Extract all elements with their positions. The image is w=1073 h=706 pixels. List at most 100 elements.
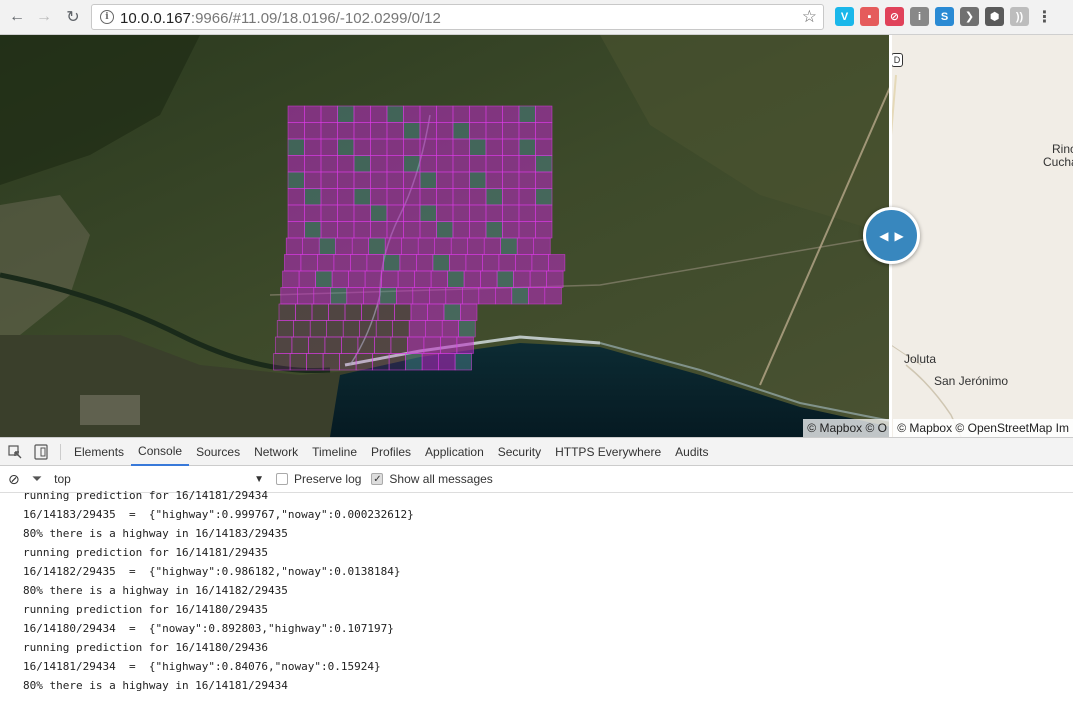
prediction-tile (366, 254, 384, 272)
pocket-ext-icon[interactable]: ❯ (960, 7, 979, 26)
preserve-log-checkbox[interactable] (276, 473, 289, 485)
map-viewport[interactable]: D RincCucha Joluta San Jerónimo ◀ ▶ © Mapb… (0, 35, 1073, 437)
prediction-tile (359, 320, 377, 338)
browser-toolbar: ← → ↻ i 10.0.0.167:9966/#11.09/18.0196/-… (0, 0, 1073, 35)
prediction-tile (348, 270, 366, 288)
prediction-tile (430, 270, 448, 288)
prediction-tile (494, 287, 513, 305)
prediction-tile (485, 221, 503, 239)
prediction-tile (485, 188, 503, 206)
s-ext-icon[interactable]: S (935, 7, 954, 26)
prediction-tile (320, 122, 338, 140)
prediction-tile (527, 287, 546, 305)
prediction-tile (518, 188, 536, 206)
prediction-tile (337, 188, 355, 206)
prediction-tile (419, 122, 437, 140)
prediction-tile (445, 287, 463, 305)
device-mode-icon[interactable] (28, 438, 54, 466)
inspect-icon[interactable] (2, 438, 28, 466)
tab-console[interactable]: Console (131, 438, 190, 466)
prediction-tile (469, 188, 487, 206)
prediction-tile (428, 287, 447, 305)
address-bar[interactable]: i 10.0.0.167:9966/#11.09/18.0196/-102.02… (91, 4, 824, 30)
prediction-tile (384, 237, 403, 255)
context-dropdown-icon[interactable]: ▼ (254, 474, 264, 485)
prediction-tile (535, 204, 553, 222)
prediction-tile (287, 105, 305, 123)
menu-icon[interactable]: ⋮ (1035, 7, 1054, 26)
prediction-tile (436, 155, 454, 173)
tab-sources[interactable]: Sources (189, 438, 247, 466)
prediction-tile (311, 303, 329, 321)
tab-security[interactable]: Security (491, 438, 548, 466)
tab-elements[interactable]: Elements (67, 438, 131, 466)
place-label: Cucha (1043, 155, 1073, 169)
reload-icon[interactable]: ↻ (62, 6, 84, 28)
prediction-tile (320, 105, 338, 123)
prediction-tile (304, 221, 322, 239)
prediction-tile (320, 188, 338, 206)
prediction-tile (273, 353, 291, 371)
prediction-tile (452, 138, 470, 156)
prediction-tile (291, 336, 309, 354)
hex-ext-icon[interactable]: ⬢ (985, 7, 1004, 26)
prediction-tile (452, 171, 470, 189)
prediction-tile (320, 155, 338, 173)
prediction-tile (467, 237, 485, 255)
prediction-tile (306, 353, 324, 371)
prediction-tile (482, 254, 500, 272)
attribution-satellite[interactable]: © Mapbox © O (803, 419, 891, 437)
bookmark-star-icon[interactable]: ☆ (802, 7, 817, 27)
console-message: 80% there is a highway in 16/14183/29435 (23, 527, 288, 540)
prediction-tile (287, 155, 305, 173)
prediction-tile (535, 221, 553, 239)
prediction-tile (300, 254, 318, 272)
attribution-street[interactable]: © Mapbox © OpenStreetMap Im (893, 419, 1073, 437)
info-ext-icon[interactable]: i (910, 7, 929, 26)
tab-timeline[interactable]: Timeline (305, 438, 364, 466)
vimeo-ext-icon[interactable]: V (835, 7, 854, 26)
right-arrow-icon: ▶ (894, 228, 904, 243)
swipe-handle[interactable]: ◀ ▶ (863, 207, 920, 264)
prediction-tile (353, 221, 371, 239)
tab-https-everywhere[interactable]: HTTPS Everywhere (548, 438, 668, 466)
filter-icon[interactable]: ⏷ (32, 471, 42, 487)
url-text[interactable]: 10.0.0.167:9966/#11.09/18.0196/-102.0299… (120, 10, 441, 27)
back-arrow-icon[interactable]: ← (6, 6, 28, 28)
context-selector[interactable]: top (54, 472, 254, 486)
prediction-tile (368, 237, 386, 255)
forward-arrow-icon[interactable]: → (33, 6, 55, 28)
satellite-map[interactable] (0, 35, 891, 437)
block-ext-icon[interactable]: ⊘ (885, 7, 904, 26)
console-log[interactable]: running prediction for 16/14181/29434 16/… (0, 486, 1073, 700)
prediction-tile (287, 204, 305, 222)
image-ext-icon[interactable]: ▪ (860, 7, 879, 26)
prediction-tile (535, 105, 553, 123)
info-icon[interactable]: i (100, 10, 114, 24)
devtools-tabbar: Elements Console Sources Network Timeline Pro… (0, 438, 1073, 466)
prediction-tile (419, 188, 437, 206)
prediction-tile (394, 303, 412, 321)
prediction-tile (320, 171, 338, 189)
prediction-tile (436, 204, 454, 222)
prediction-tile (403, 188, 421, 206)
url-host: 10.0.0.167 (120, 10, 191, 27)
rss-ext-icon[interactable]: )) (1010, 7, 1029, 26)
prediction-tile (452, 221, 470, 239)
console-message: 16/14181/29434 = {"highway":0.84076,"now… (23, 660, 381, 673)
prediction-tile (329, 287, 348, 305)
prediction-tile (287, 122, 305, 140)
prediction-tile (502, 171, 520, 189)
prediction-tile (485, 155, 503, 173)
clear-console-icon[interactable]: ⊘ (8, 471, 20, 488)
prediction-tile (342, 320, 361, 338)
tab-profiles[interactable]: Profiles (364, 438, 418, 466)
show-all-checkbox[interactable]: ✓ (371, 473, 384, 485)
tab-application[interactable]: Application (418, 438, 491, 466)
prediction-tile (436, 105, 454, 123)
prediction-tile (496, 270, 514, 288)
tab-network[interactable]: Network (247, 438, 305, 466)
tab-audits[interactable]: Audits (668, 438, 715, 466)
prediction-tile (535, 122, 553, 140)
prediction-tile (419, 138, 437, 156)
